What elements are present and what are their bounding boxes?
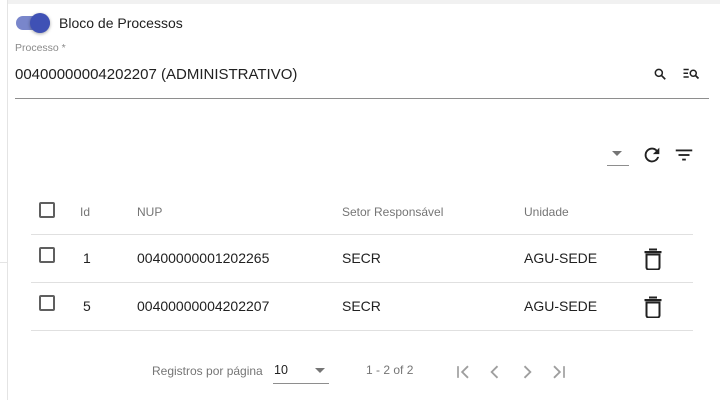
header-setor[interactable]: Setor Responsável: [342, 205, 443, 219]
page-size-value: 10: [274, 363, 288, 377]
toggle-thumb: [30, 13, 50, 33]
search-icon[interactable]: [650, 64, 670, 84]
bloco-processos-toggle[interactable]: [16, 13, 50, 33]
header-id[interactable]: Id: [80, 205, 90, 219]
cell-unidade: AGU-SEDE: [524, 298, 598, 314]
next-page-icon[interactable]: [515, 360, 539, 384]
left-panel-edge: [0, 0, 8, 400]
process-table: Id NUP Setor Responsável Unidade 1 00400…: [31, 188, 693, 331]
cell-setor: SECR: [342, 250, 381, 266]
row-checkbox[interactable]: [39, 247, 55, 263]
page-size-select[interactable]: 10: [273, 358, 329, 384]
cell-id: 1: [83, 250, 91, 266]
last-page-icon[interactable]: [547, 360, 571, 384]
previous-page-icon[interactable]: [483, 360, 507, 384]
process-field-underline: [15, 98, 709, 99]
cell-unidade: AGU-SEDE: [524, 250, 598, 266]
refresh-icon[interactable]: [640, 143, 664, 167]
filter-icon[interactable]: [672, 143, 696, 167]
delete-icon[interactable]: [641, 247, 665, 271]
header-unidade[interactable]: Unidade: [524, 205, 569, 219]
paginator-label: Registros por página: [152, 364, 263, 378]
table-row[interactable]: 5 00400000004202207 SECR AGU-SEDE: [31, 283, 693, 331]
columns-select[interactable]: [607, 142, 629, 166]
table-row[interactable]: 1 00400000001202265 SECR AGU-SEDE: [31, 235, 693, 283]
left-panel-divider: [0, 262, 8, 263]
table-header: Id NUP Setor Responsável Unidade: [31, 188, 693, 235]
delete-icon[interactable]: [641, 295, 665, 319]
process-input[interactable]: [15, 66, 635, 83]
cell-nup: 00400000001202265: [137, 250, 270, 266]
paginator-range: 1 - 2 of 2: [366, 363, 414, 377]
process-field-label: Processo *: [15, 42, 66, 54]
row-checkbox[interactable]: [39, 295, 55, 311]
first-page-icon[interactable]: [451, 360, 475, 384]
dropdown-arrow-icon: [612, 151, 622, 156]
header-nup[interactable]: NUP: [137, 205, 162, 219]
top-divider: [8, 0, 720, 4]
cell-setor: SECR: [342, 298, 381, 314]
toggle-label: Bloco de Processos: [59, 15, 183, 31]
cell-id: 5: [83, 298, 91, 314]
select-all-checkbox[interactable]: [39, 202, 55, 218]
chevron-down-icon: [315, 368, 325, 373]
advanced-search-icon[interactable]: [681, 64, 701, 84]
cell-nup: 00400000004202207: [137, 298, 270, 314]
